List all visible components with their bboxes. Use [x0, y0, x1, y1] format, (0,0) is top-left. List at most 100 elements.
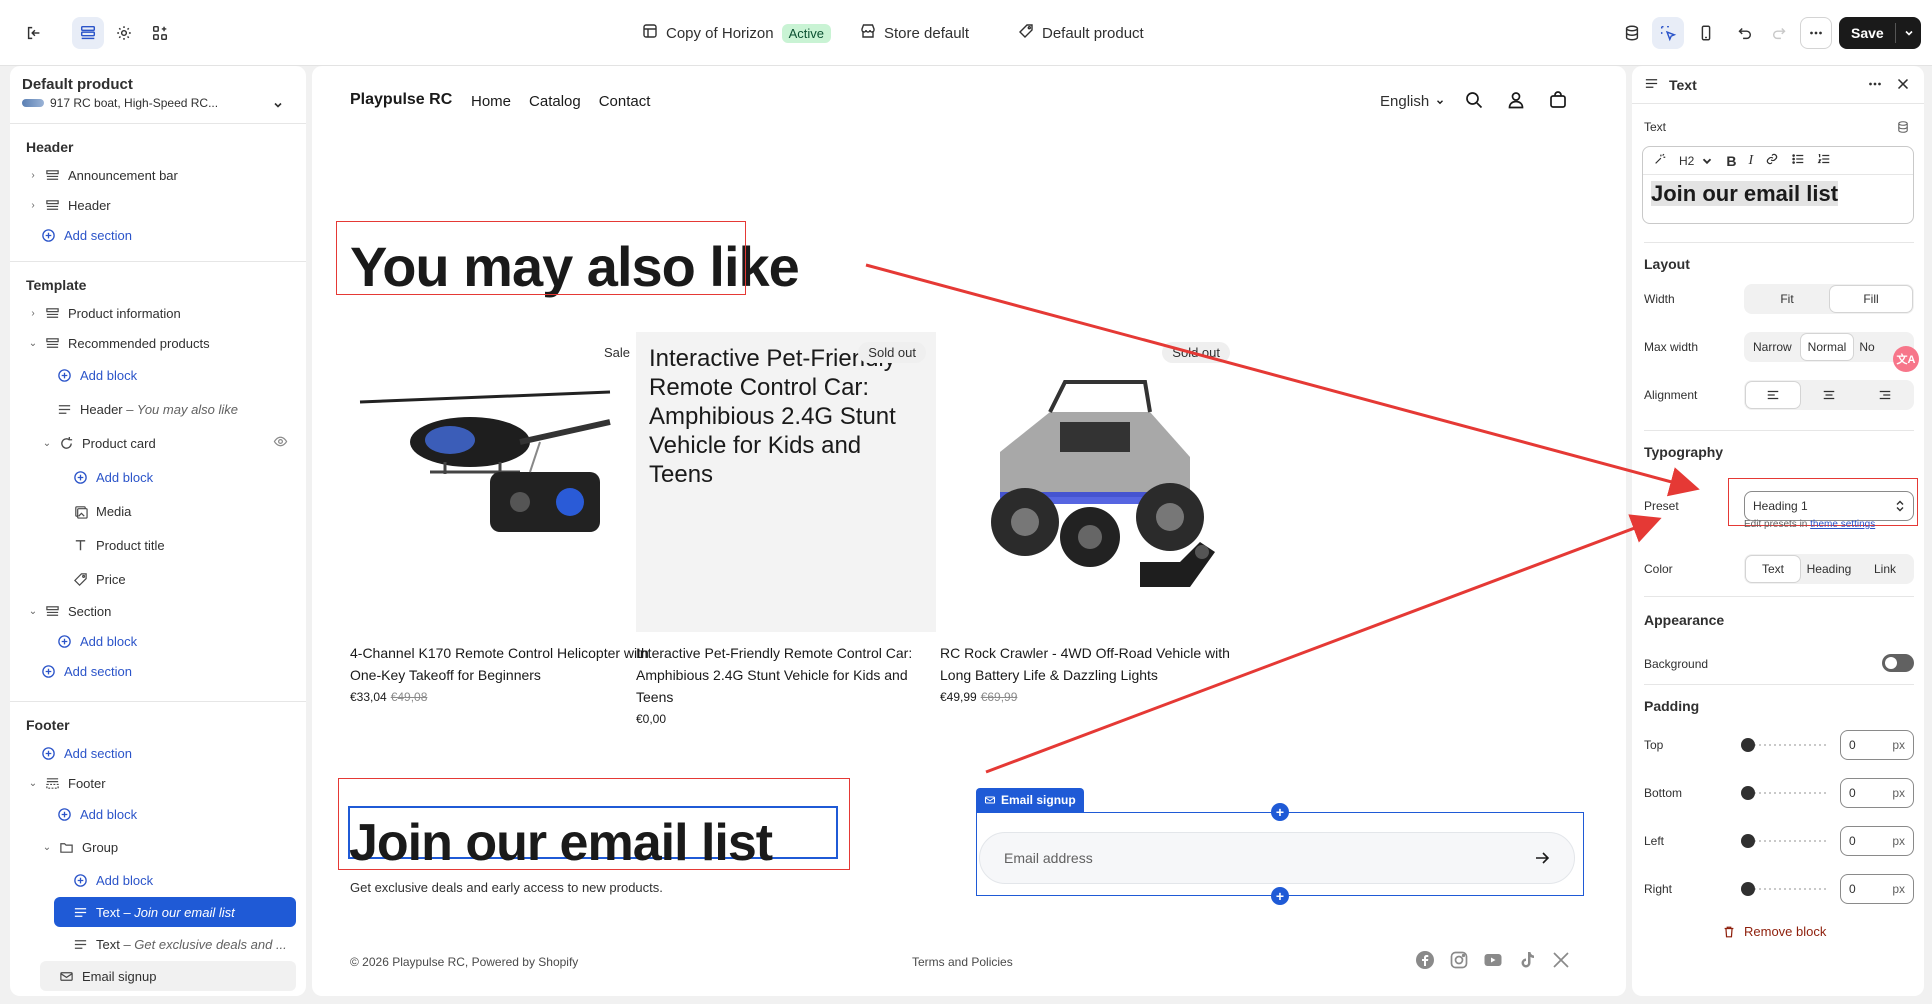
- template-selector[interactable]: Default product 917 RC boat, High-Speed …: [10, 66, 306, 124]
- nav-catalog[interactable]: Catalog: [529, 93, 581, 110]
- padding-top-slider[interactable]: [1741, 738, 1826, 752]
- padding-bottom-slider[interactable]: [1741, 786, 1826, 800]
- align-center-icon[interactable]: [1802, 382, 1856, 408]
- padding-bottom-input[interactable]: 0 px: [1840, 778, 1914, 808]
- width-option-fit[interactable]: Fit: [1746, 286, 1828, 312]
- slider-knob[interactable]: [1741, 882, 1755, 896]
- color-option-link[interactable]: Link: [1858, 556, 1912, 582]
- sidebar-item-section[interactable]: ⌄ Section: [10, 596, 306, 626]
- language-selector[interactable]: English: [1380, 93, 1445, 110]
- arrow-right-icon[interactable]: [1534, 850, 1550, 866]
- rich-text-editor[interactable]: H2 B I Join our email list: [1642, 146, 1914, 224]
- add-block-button[interactable]: Add block: [10, 358, 306, 392]
- inspector-cursor-icon[interactable]: [1652, 17, 1684, 49]
- chevron-right-icon[interactable]: ›: [26, 170, 40, 181]
- padding-top-input[interactable]: 0 px: [1840, 730, 1914, 760]
- sidebar-item-header-block[interactable]: Header – You may also like: [10, 392, 306, 426]
- email-input[interactable]: Email address: [979, 832, 1575, 884]
- join-email-subtext[interactable]: Get exclusive deals and early access to …: [350, 880, 663, 895]
- chevron-right-icon[interactable]: ›: [26, 200, 40, 211]
- max-width-option-narrow[interactable]: Narrow: [1746, 334, 1799, 360]
- sidebar-item-footer[interactable]: ⌄ Footer: [10, 768, 306, 798]
- theme-selector[interactable]: Copy of Horizon Active: [642, 20, 831, 46]
- sidebar-item-product-title[interactable]: Product title: [10, 528, 306, 562]
- align-left-icon[interactable]: [1746, 382, 1800, 408]
- sidebar-item-header[interactable]: › Header: [10, 190, 306, 220]
- sidebar-item-recommended-products[interactable]: ⌄ Recommended products: [10, 328, 306, 358]
- close-icon[interactable]: [1894, 75, 1912, 96]
- product-image[interactable]: Sold out: [940, 332, 1240, 632]
- search-icon[interactable]: [1464, 90, 1486, 112]
- add-block-button[interactable]: Add block: [10, 798, 306, 831]
- sidebar-item-product-card[interactable]: ⌄ Product card: [10, 426, 306, 460]
- product-card[interactable]: Interactive Pet-Friendly Remote Control …: [636, 332, 936, 726]
- x-twitter-icon[interactable]: [1551, 950, 1571, 973]
- email-signup-tab[interactable]: Email signup: [976, 788, 1084, 812]
- slider-knob[interactable]: [1741, 738, 1755, 752]
- sections-icon[interactable]: [72, 17, 104, 49]
- chevron-right-icon[interactable]: ›: [26, 308, 40, 319]
- padding-right-input[interactable]: 0 px: [1840, 874, 1914, 904]
- more-options-icon[interactable]: [1866, 75, 1884, 96]
- sidebar-item-email-signup[interactable]: Email signup: [40, 961, 296, 991]
- bullet-list-icon[interactable]: [1791, 152, 1805, 169]
- width-option-fill[interactable]: Fill: [1830, 286, 1912, 312]
- account-icon[interactable]: [1506, 90, 1528, 112]
- nav-home[interactable]: Home: [471, 93, 511, 110]
- mobile-preview-icon[interactable]: [1690, 17, 1722, 49]
- product-card[interactable]: Sale 4-Channel K170 Remote Control Helic…: [350, 332, 650, 704]
- sidebar-item-text-join-email[interactable]: Text – Join our email list: [54, 897, 296, 927]
- slider-knob[interactable]: [1741, 786, 1755, 800]
- link-icon[interactable]: [1765, 152, 1779, 169]
- eye-icon[interactable]: [273, 434, 288, 452]
- sidebar-item-media[interactable]: Media: [10, 494, 306, 528]
- instagram-icon[interactable]: [1449, 950, 1469, 973]
- ai-sparkle-icon[interactable]: [1653, 152, 1667, 169]
- translate-assistant-icon[interactable]: 文A: [1893, 346, 1919, 372]
- sidebar-item-product-information[interactable]: › Product information: [10, 298, 306, 328]
- chevron-down-icon[interactable]: ⌄: [40, 842, 54, 853]
- facebook-icon[interactable]: [1415, 950, 1435, 973]
- add-block-top-plus-icon[interactable]: +: [1271, 803, 1289, 821]
- add-section-button[interactable]: Add section: [10, 656, 306, 686]
- heading-level-select[interactable]: H2: [1679, 154, 1714, 168]
- tiktok-icon[interactable]: [1517, 950, 1537, 973]
- sidebar-item-price[interactable]: Price: [10, 562, 306, 596]
- add-block-bottom-plus-icon[interactable]: +: [1271, 887, 1289, 905]
- sidebar-item-announcement-bar[interactable]: › Announcement bar: [10, 160, 306, 190]
- store-logo[interactable]: Playpulse RC: [350, 91, 452, 109]
- add-section-button[interactable]: Add section: [10, 738, 306, 768]
- color-option-text[interactable]: Text: [1746, 556, 1800, 582]
- chevron-down-icon[interactable]: ⌄: [26, 338, 40, 349]
- redo-icon[interactable]: [1764, 17, 1796, 49]
- cart-bag-icon[interactable]: [1548, 90, 1570, 112]
- italic-icon[interactable]: I: [1748, 153, 1753, 169]
- sidebar-item-group[interactable]: ⌄ Group: [10, 831, 306, 864]
- nav-contact[interactable]: Contact: [599, 93, 651, 110]
- store-selector[interactable]: Store default: [860, 20, 969, 46]
- max-width-option-normal[interactable]: Normal: [1800, 334, 1854, 360]
- padding-right-slider[interactable]: [1741, 882, 1826, 896]
- sidebar-item-text-exclusive-deals[interactable]: Text – Get exclusive deals and ...: [10, 927, 306, 961]
- theme-settings-link[interactable]: theme settings: [1810, 519, 1875, 530]
- padding-left-input[interactable]: 0 px: [1840, 826, 1914, 856]
- add-block-button[interactable]: Add block: [10, 626, 306, 656]
- product-title[interactable]: RC Rock Crawler - 4WD Off-Road Vehicle w…: [940, 642, 1240, 686]
- background-toggle[interactable]: [1882, 654, 1914, 672]
- youtube-icon[interactable]: [1483, 950, 1503, 973]
- settings-gear-icon[interactable]: [108, 17, 140, 49]
- save-button[interactable]: Save: [1839, 17, 1921, 49]
- add-block-button[interactable]: Add block: [10, 460, 306, 494]
- slider-knob[interactable]: [1741, 834, 1755, 848]
- product-card[interactable]: Sold out RC Rock Crawler - 4WD Off-Road …: [940, 332, 1240, 704]
- bold-icon[interactable]: B: [1726, 153, 1736, 169]
- add-section-button[interactable]: Add section: [10, 220, 306, 250]
- align-right-icon[interactable]: [1858, 382, 1912, 408]
- remove-block-button[interactable]: Remove block: [1722, 924, 1826, 939]
- product-image[interactable]: Sale: [350, 332, 650, 632]
- dynamic-source-icon[interactable]: [1896, 120, 1910, 137]
- product-image-placeholder[interactable]: Interactive Pet-Friendly Remote Control …: [636, 332, 936, 632]
- color-option-heading[interactable]: Heading: [1802, 556, 1856, 582]
- editor-content[interactable]: Join our email list: [1643, 175, 1913, 213]
- apps-icon[interactable]: [144, 17, 176, 49]
